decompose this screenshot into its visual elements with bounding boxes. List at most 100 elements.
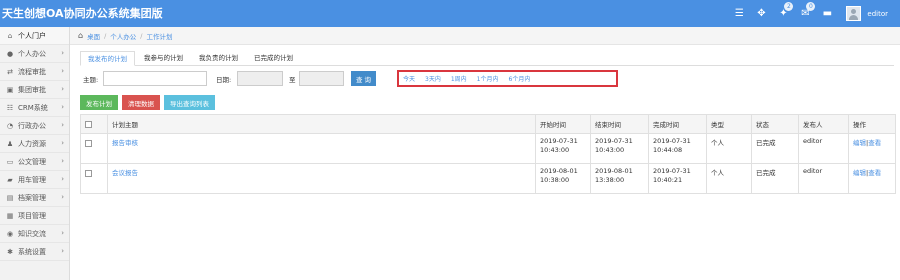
start-time: 10:43:00 [540,146,570,154]
sidebar-item-personal-office[interactable]: ● 个人办公 › [0,45,69,63]
sidebar-item-workflow[interactable]: ⇄ 流程审批 › [0,63,69,81]
chevron-right-icon: › [61,139,64,147]
sidebar-item-label: 系统设置 [18,247,46,256]
sidebar-item-group-approval[interactable]: ▣ 集团审批 › [0,81,69,99]
plan-status: 已完成 [751,163,799,194]
sidebar-item-settings[interactable]: ✱ 系统设置 › [0,243,69,261]
range-6-months[interactable]: 6个月内 [509,74,531,83]
chevron-right-icon: › [61,67,64,75]
sidebar-item-label: CRM系统 [18,103,48,112]
avatar[interactable] [846,6,862,21]
query-button[interactable]: 查 询 [351,71,376,86]
export-list-button[interactable]: 导出查询列表 [164,95,215,110]
chat-icon[interactable]: ▬ [816,0,838,27]
range-3-days[interactable]: 3天内 [425,74,441,83]
sidebar-item-label: 集团审批 [18,85,46,94]
menu-icon[interactable]: ☰ [728,0,750,27]
end-date: 2019-08-01 [595,167,633,175]
plan-subject-link[interactable]: 会议报告 [112,169,138,177]
sidebar-item-label: 项目管理 [18,211,46,220]
sidebar-item-vehicles[interactable]: ▰ 用车管理 › [0,171,69,189]
date-to-input[interactable] [299,71,344,86]
publish-plan-button[interactable]: 发布计划 [80,95,118,110]
header-status: 状态 [751,114,799,134]
tab-my-published[interactable]: 我发布的计划 [80,51,135,66]
breadcrumb-desktop[interactable]: 桌面 [87,31,100,41]
archive-icon: ▤ [6,193,14,202]
plan-tabs: 我发布的计划 我参与的计划 我负责的计划 已完成的计划 [80,51,894,66]
sidebar-item-label: 人力资源 [18,139,46,148]
plan-type: 个人 [706,133,752,164]
chevron-right-icon: › [61,175,64,183]
range-today[interactable]: 今天 [403,74,415,83]
sidebar-item-label: 个人办公 [18,49,46,58]
sidebar-item-knowledge[interactable]: ◉ 知识交流 › [0,225,69,243]
tab-responsible[interactable]: 我负责的计划 [192,51,245,66]
start-time: 10:38:00 [540,176,570,184]
header-select [80,114,108,134]
row-checkbox[interactable] [85,170,92,177]
start-date: 2019-07-31 [540,137,578,145]
subject-input[interactable] [103,71,207,86]
breadcrumb-personal-office[interactable]: 个人办公 [110,31,136,41]
sidebar-item-archives[interactable]: ▤ 档案管理 › [0,189,69,207]
sidebar-item-projects[interactable]: ▦ 项目管理 [0,207,69,225]
sidebar-item-label: 用车管理 [18,175,46,184]
filter-row: 主题: 日期: 至 查 询 今天 3天内 1周内 1个月内 6个月内 [80,70,894,87]
done-date: 2019-07-31 [653,137,691,145]
fullscreen-icon[interactable]: ✥ [750,0,772,27]
project-icon: ▦ [6,211,14,220]
sidebar-item-portal[interactable]: ⌂ 个人门户 [0,27,69,45]
date-from-input[interactable] [237,71,283,86]
home-icon: ⌂ [78,31,84,40]
username[interactable]: editor [867,10,888,18]
select-all-checkbox[interactable] [85,121,92,128]
home-icon: ⌂ [7,31,13,40]
breadcrumb: ⌂ 桌面 / 个人办公 / 工作计划 [70,27,900,45]
end-date: 2019-07-31 [595,137,633,145]
view-link[interactable]: 查看 [868,169,881,177]
edit-link[interactable]: 编辑 [853,139,866,147]
row-checkbox[interactable] [85,140,92,147]
chevron-right-icon: › [61,157,64,165]
sidebar: ⌂ 个人门户 ● 个人办公 › ⇄ 流程审批 › ▣ 集团审批 › ☷ CRM系统 › ◔ 行政办公… [0,27,70,280]
sidebar-item-label: 行政办公 [18,121,46,130]
table-row: 报告审核 2019-07-31 10:43:00 2019-07-31 10:43:… [80,133,896,164]
header-actions: 操作 [848,114,896,134]
settings-icon: ✱ [7,247,13,256]
mail-badge: 0 [806,2,816,11]
sidebar-item-label: 个人门户 [18,31,46,40]
header-subject: 计划主题 [107,114,536,134]
tab-participating[interactable]: 我参与的计划 [137,51,190,66]
flow-icon: ⇄ [7,67,13,76]
clear-data-button[interactable]: 清理数据 [122,95,160,110]
subject-label: 主题: [83,76,99,84]
header-publisher: 发布人 [798,114,849,134]
sidebar-item-label: 公文管理 [18,157,46,166]
chevron-right-icon: › [61,193,64,201]
sidebar-item-admin-office[interactable]: ◔ 行政办公 › [0,117,69,135]
message-icon[interactable]: ✦ 2 [772,0,794,27]
knowledge-icon: ◉ [6,229,14,238]
end-time: 10:43:00 [595,146,625,154]
range-1-week[interactable]: 1周内 [451,74,467,83]
sidebar-item-documents[interactable]: ▭ 公文管理 › [0,153,69,171]
message-badge: 2 [784,2,794,11]
sidebar-item-label: 知识交流 [18,229,46,238]
crm-icon: ☷ [6,103,14,112]
sidebar-item-label: 档案管理 [18,193,46,202]
tab-completed[interactable]: 已完成的计划 [247,51,300,66]
view-link[interactable]: 查看 [868,139,881,147]
chevron-right-icon: › [61,49,64,57]
plan-subject-link[interactable]: 报告审核 [112,139,138,147]
mail-icon[interactable]: ✉ 0 [794,0,816,27]
breadcrumb-separator: / [104,31,107,40]
range-1-month[interactable]: 1个月内 [477,74,499,83]
table-header-row: 计划主题 开始时间 结束时间 完成时间 类型 状态 发布人 操作 [80,114,896,134]
chevron-right-icon: › [61,103,64,111]
sidebar-item-crm[interactable]: ☷ CRM系统 › [0,99,69,117]
edit-link[interactable]: 编辑 [853,169,866,177]
done-time: 10:40:21 [653,176,683,184]
sidebar-item-hr[interactable]: ♟ 人力资源 › [0,135,69,153]
plan-publisher: editor [798,133,849,164]
